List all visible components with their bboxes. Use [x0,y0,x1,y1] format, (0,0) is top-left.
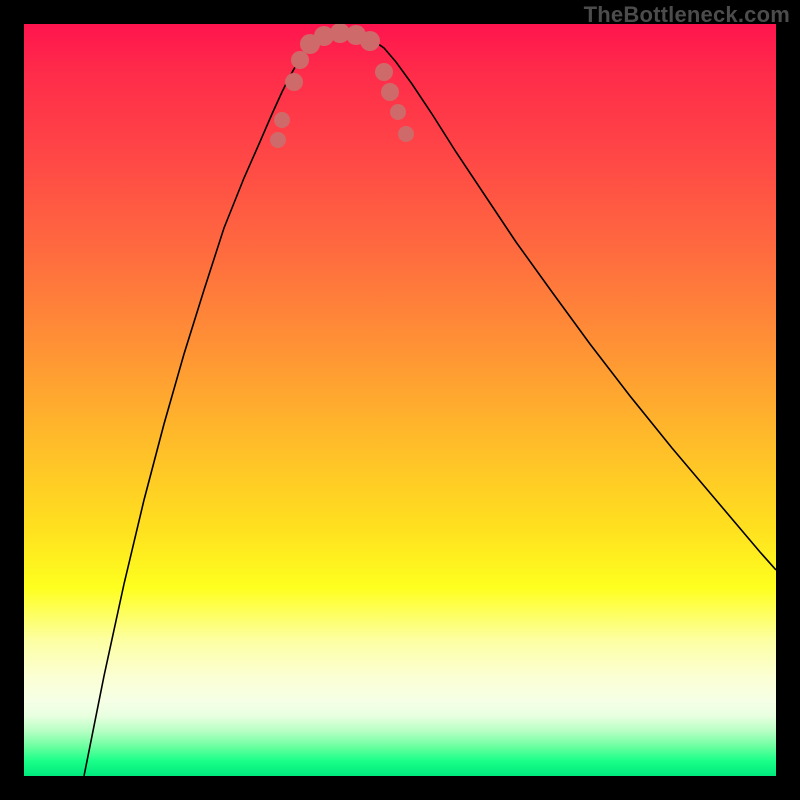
outer-frame: TheBottleneck.com [0,0,800,800]
curve-marker-10 [381,83,399,101]
curve-marker-3 [291,51,309,69]
curve-marker-12 [398,126,414,142]
curve-layer [24,24,776,776]
bottleneck-curve [84,33,776,776]
curve-group [84,33,776,776]
curve-marker-2 [285,73,303,91]
curve-marker-8 [360,31,380,51]
curve-marker-0 [270,132,286,148]
plot-area [24,24,776,776]
curve-marker-11 [390,104,406,120]
marker-group [270,24,414,148]
curve-marker-1 [274,112,290,128]
curve-marker-9 [375,63,393,81]
